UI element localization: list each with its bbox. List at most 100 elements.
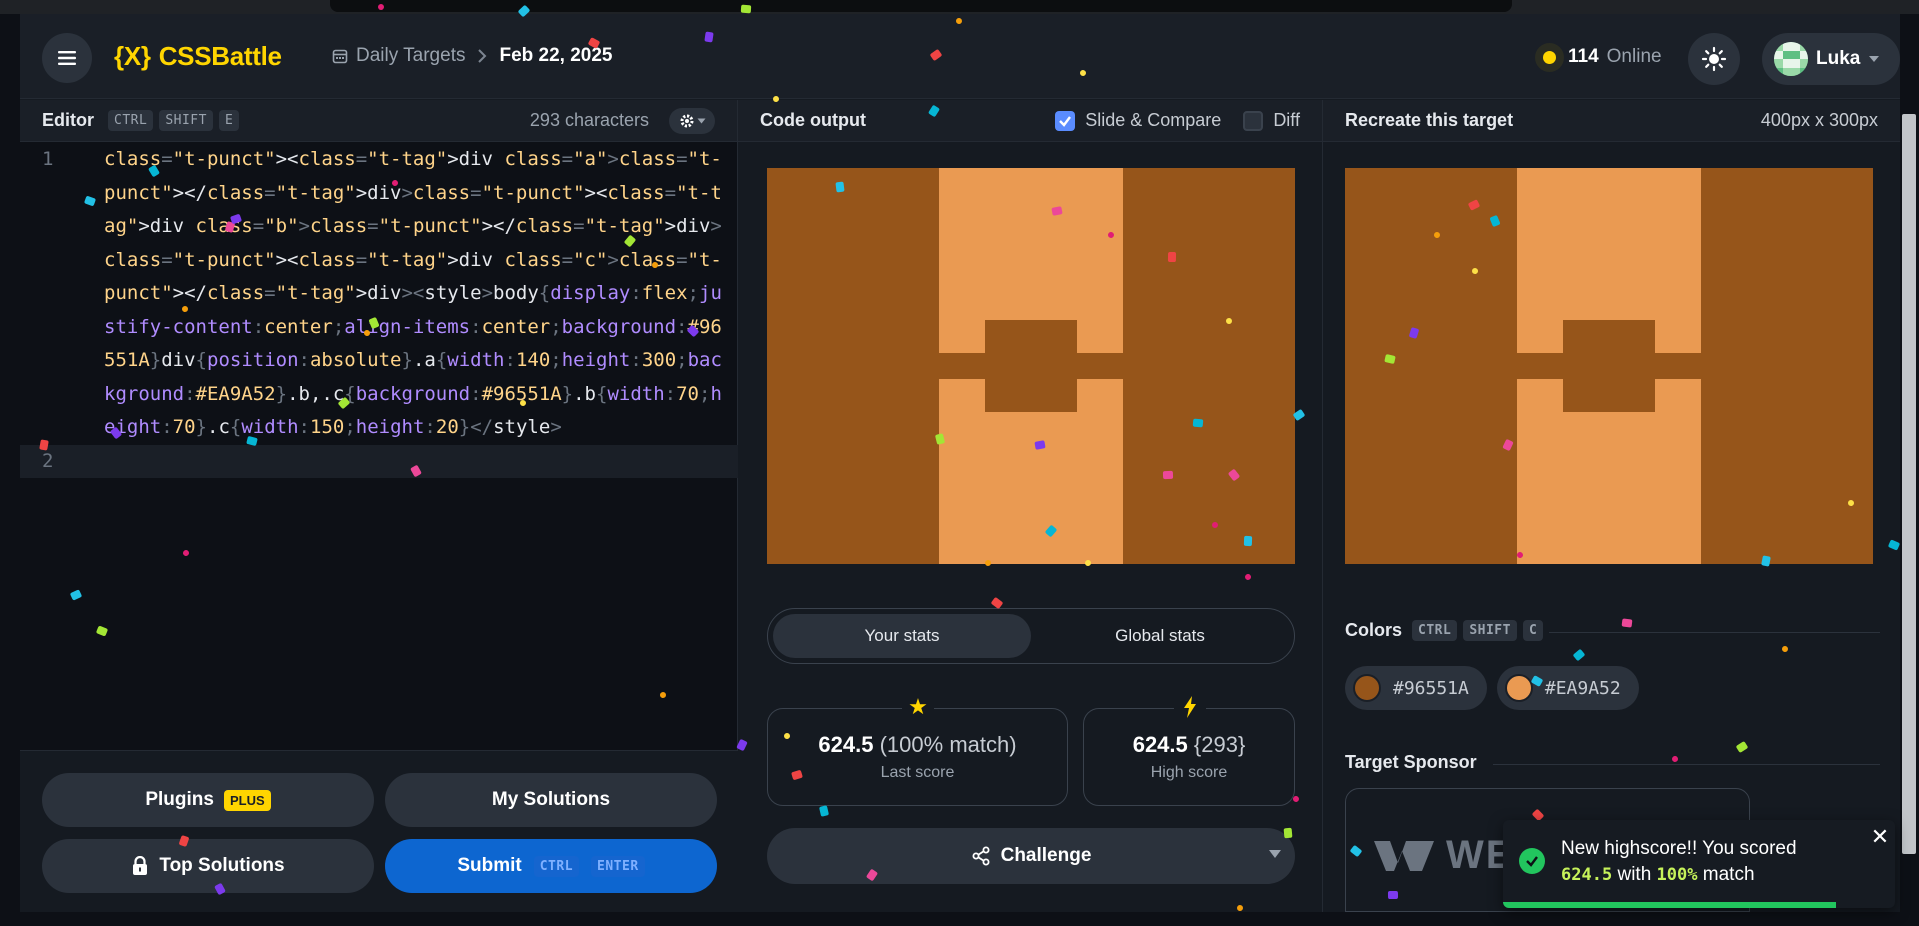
my-solutions-button[interactable]: My Solutions xyxy=(385,773,717,827)
tab-your-stats[interactable]: Your stats xyxy=(773,614,1031,658)
target-dimensions: 400px x 300px xyxy=(1760,110,1878,130)
sponsor-title: Target Sponsor xyxy=(1345,752,1477,772)
submit-button[interactable]: Submit CTRL ENTER xyxy=(385,839,717,893)
app: {X} CSSBattle Daily Targets Feb 22, 2025… xyxy=(20,4,1919,926)
color-swatches: #96551A #EA9A52 xyxy=(1345,666,1639,710)
top-solutions-label: Top Solutions xyxy=(159,855,285,876)
divider xyxy=(1549,632,1880,633)
check-circle-icon xyxy=(1519,848,1545,874)
confetti-piece xyxy=(1167,251,1177,263)
logo[interactable]: {X} CSSBattle xyxy=(114,41,282,72)
theme-toggle-button[interactable] xyxy=(1688,33,1740,85)
line-number: 1 xyxy=(42,148,54,170)
online-dot xyxy=(1543,50,1556,64)
slide-compare-checkbox[interactable]: Slide & Compare xyxy=(1055,110,1221,131)
colors-heading: Colors CTRL SHIFT C xyxy=(1345,620,1544,641)
breadcrumb-daily-targets-label: Daily Targets xyxy=(356,45,466,66)
browser-address-bar[interactable] xyxy=(330,0,1512,12)
output-title: Code output xyxy=(760,110,866,130)
last-match: (100% match) xyxy=(879,732,1017,757)
diff-checkbox[interactable]: Diff xyxy=(1243,110,1300,131)
user-menu-button[interactable]: Luka xyxy=(1762,33,1900,85)
high-score-label: High score xyxy=(1150,764,1228,781)
chevron-down-icon[interactable] xyxy=(1269,850,1281,858)
confetti-piece xyxy=(1034,440,1046,450)
share-icon xyxy=(972,846,990,866)
code-text-empty[interactable] xyxy=(82,445,722,479)
logo-text: CSSBattle xyxy=(158,41,282,71)
top-solutions-button[interactable]: Top Solutions xyxy=(42,839,374,893)
last-score-label: Last score xyxy=(880,764,955,781)
target-panel: Recreate this target 400px x 300px Color… xyxy=(1323,100,1900,912)
code-editor[interactable]: 1 class="t-punct"><class="t-tag">div cla… xyxy=(20,143,738,478)
scrollbar-thumb[interactable] xyxy=(1902,114,1916,854)
plus-badge: PLUS xyxy=(223,789,271,811)
confetti-piece xyxy=(1243,535,1253,547)
code-text[interactable]: class="t-punct"><class="t-tag">div class… xyxy=(82,143,722,445)
code-line: 1 class="t-punct"><class="t-tag">div cla… xyxy=(20,143,738,445)
shortcut-key: SHIFT xyxy=(1463,620,1517,641)
line-number: 2 xyxy=(42,449,54,472)
confetti-piece xyxy=(835,181,845,193)
toast-text: New highscore!! You scored xyxy=(1561,838,1797,859)
output-header: Code output Slide & Compare Diff xyxy=(738,100,1322,142)
calendar-icon xyxy=(332,49,348,64)
shape-b xyxy=(984,319,1078,413)
high-score-value: 624.5 {293} xyxy=(1133,732,1246,758)
toast-match-suffix: match xyxy=(1702,864,1755,885)
color-dot xyxy=(1504,674,1533,702)
high-score-card: 624.5 {293} High score xyxy=(1083,691,1295,806)
toast-message: New highscore!! You scored 624.5 with 10… xyxy=(1561,836,1861,888)
editor-panel: Editor CTRL SHIFT E 293 characters 1 cla… xyxy=(20,100,738,912)
last-score-value: 624.5 (100% match) xyxy=(818,732,1016,758)
character-count: 293 characters xyxy=(529,110,649,130)
color-hex: #EA9A52 xyxy=(1544,677,1621,699)
color-dot xyxy=(1353,674,1381,702)
bolt-icon xyxy=(1174,691,1206,723)
editor-actions: Plugins PLUS My Solutions Top Solutions … xyxy=(20,750,738,912)
user-name: Luka xyxy=(1816,48,1861,69)
my-solutions-label: My Solutions xyxy=(491,789,611,810)
colors-title: Colors xyxy=(1345,620,1403,640)
toast-progress-bar xyxy=(1503,902,1837,908)
color-swatch[interactable]: #96551A xyxy=(1345,666,1487,710)
editor-title: Editor xyxy=(42,110,94,130)
toast-with: with xyxy=(1617,864,1652,885)
menu-button[interactable] xyxy=(42,33,92,83)
shortcut-key: CTRL xyxy=(533,855,580,877)
shortcut-key: ENTER xyxy=(591,855,645,877)
confetti-piece xyxy=(39,439,49,451)
chevron-down-icon xyxy=(697,118,705,123)
breadcrumb: Daily Targets Feb 22, 2025 xyxy=(332,45,613,67)
confetti-piece xyxy=(1621,618,1633,628)
target-header: Recreate this target 400px x 300px xyxy=(1323,100,1900,142)
confetti-piece xyxy=(740,4,752,14)
online-count: 114 xyxy=(1568,46,1599,67)
output-panel: Code output Slide & Compare Diff Your st… xyxy=(738,100,1323,912)
confetti-piece xyxy=(378,4,384,10)
editor-settings-button[interactable] xyxy=(669,107,715,134)
star-icon: ★ xyxy=(902,691,934,723)
code-content: class="t-punct"><class="t-tag">div class… xyxy=(104,148,722,438)
tab-global-stats[interactable]: Global stats xyxy=(1031,614,1289,658)
target-canvas[interactable] xyxy=(1345,168,1873,564)
shortcut-key: CTRL xyxy=(1412,620,1458,641)
color-swatch[interactable]: #EA9A52 xyxy=(1496,666,1639,710)
code-output-canvas[interactable] xyxy=(767,168,1295,564)
close-icon[interactable]: ✕ xyxy=(1869,826,1891,848)
sponsor-heading: Target Sponsor xyxy=(1345,752,1477,773)
confetti-piece xyxy=(1162,470,1174,480)
checkbox-unchecked[interactable] xyxy=(1243,110,1264,131)
color-hex: #96551A xyxy=(1393,677,1469,699)
confetti-piece xyxy=(1283,827,1293,839)
menu-icon xyxy=(58,51,76,65)
plugins-button[interactable]: Plugins PLUS xyxy=(42,773,374,827)
editor-header: Editor CTRL SHIFT E 293 characters xyxy=(20,100,737,142)
challenge-button[interactable]: Challenge xyxy=(767,828,1295,884)
confetti-piece xyxy=(1387,890,1399,900)
toast-score: 624.5 xyxy=(1561,865,1613,885)
checkbox-checked[interactable] xyxy=(1055,110,1076,131)
code-line-active: 2 xyxy=(20,444,738,479)
high-chars: {293} xyxy=(1193,732,1246,757)
breadcrumb-daily-targets[interactable]: Daily Targets xyxy=(332,45,465,67)
